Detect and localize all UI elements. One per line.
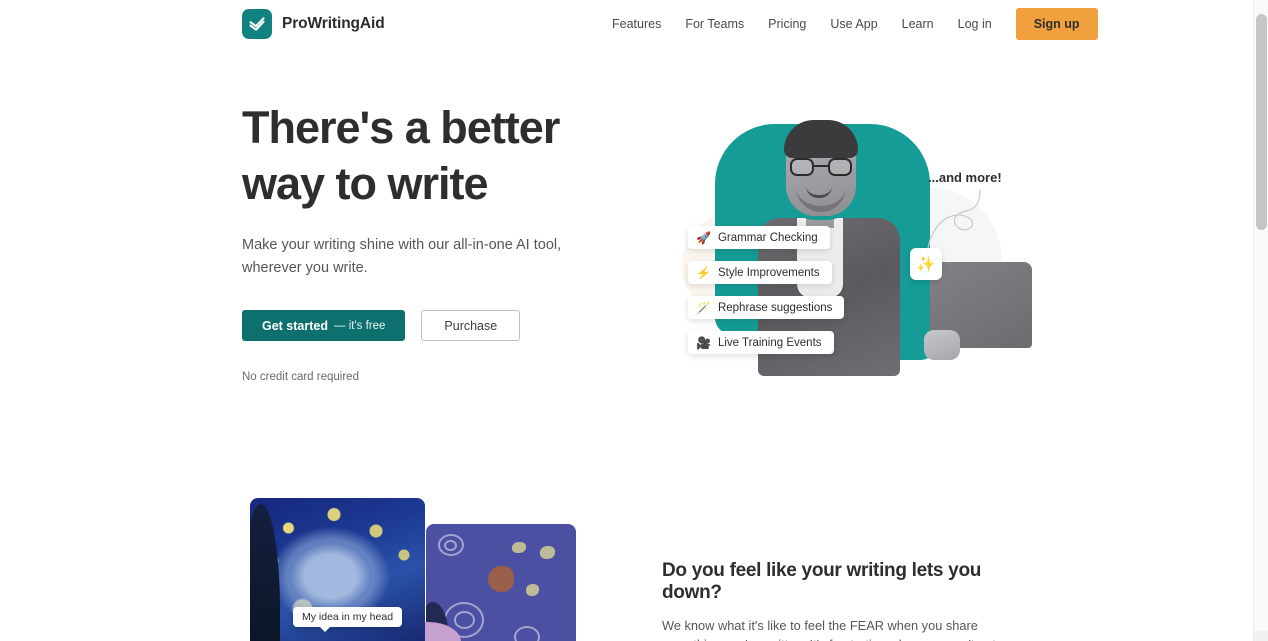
- main-nav: Features For Teams Pricing Use App Learn…: [600, 0, 1098, 48]
- scrollbar-thumb[interactable]: [1256, 14, 1267, 230]
- swirl-decoration: [514, 626, 540, 641]
- glasses-lens-left: [790, 158, 814, 176]
- brand-logo[interactable]: ProWritingAid: [242, 9, 385, 39]
- lower-section-title: Do you feel like your writing lets you d…: [662, 560, 982, 603]
- get-started-label: Get started: [262, 318, 328, 333]
- nav-link-log-in[interactable]: Log in: [946, 0, 1004, 48]
- orange-moon-dot: [488, 566, 514, 592]
- page-title: There's a better way to write: [242, 100, 602, 212]
- lower-illustration: My idea in my head: [240, 490, 640, 641]
- lower-section-body: We know what it's like to feel the FEAR …: [662, 618, 996, 641]
- feature-tag-label: Rephrase suggestions: [717, 301, 833, 314]
- scrollbar-corner: [1254, 631, 1268, 641]
- nav-link-use-app[interactable]: Use App: [818, 0, 889, 48]
- person-hair: [784, 120, 858, 158]
- hero-copy: There's a better way to write Make your …: [242, 100, 602, 383]
- hero-subtitle: Make your writing shine with our all-in-…: [242, 237, 562, 276]
- feature-tag-live-training-events[interactable]: 🎥 Live Training Events: [688, 331, 834, 354]
- rocket-icon: 🚀: [696, 230, 711, 245]
- purchase-button[interactable]: Purchase: [421, 310, 521, 341]
- idea-tooltip: My idea in my head: [293, 607, 403, 632]
- feature-tag-rephrase-suggestions[interactable]: 🪄 Rephrase suggestions: [688, 296, 845, 319]
- swirl-decoration: [454, 611, 475, 629]
- feature-tag-label: Grammar Checking: [717, 231, 818, 244]
- curly-arrow-decoration: [927, 189, 981, 249]
- lower-copy: Do you feel like your writing lets you d…: [662, 560, 1010, 641]
- feature-tag-grammar-checking[interactable]: 🚀 Grammar Checking: [688, 226, 830, 249]
- hero-cta-group: Get started — it's free Purchase: [242, 310, 602, 341]
- sign-up-button[interactable]: Sign up: [1015, 8, 1098, 40]
- video-camera-icon: 🎥: [696, 335, 711, 350]
- no-credit-card-note: No credit card required: [242, 371, 359, 383]
- brand-name: ProWritingAid: [282, 15, 385, 32]
- hero-title-line-1: There's a better: [242, 102, 560, 153]
- page-scrollbar[interactable]: [1253, 0, 1268, 641]
- nav-link-pricing[interactable]: Pricing: [756, 0, 818, 48]
- cypress-tree: [250, 504, 280, 641]
- site-header: ProWritingAid Features For Teams Pricing…: [0, 0, 1253, 48]
- stacked-checkmarks-icon: [242, 9, 272, 39]
- magic-wand-icon: 🪄: [696, 300, 711, 315]
- nav-link-for-teams[interactable]: For Teams: [673, 0, 756, 48]
- feature-tag-label: Live Training Events: [717, 336, 822, 349]
- page-root: ProWritingAid Features For Teams Pricing…: [0, 0, 1268, 641]
- and-more-label: ...and more!: [928, 170, 1002, 185]
- star-dot: [540, 546, 555, 559]
- feature-tag-label: Style Improvements: [717, 266, 820, 279]
- glasses-bridge: [814, 165, 828, 167]
- get-started-button[interactable]: Get started — it's free: [242, 310, 406, 341]
- swirl-decoration: [444, 540, 457, 551]
- nav-link-learn[interactable]: Learn: [890, 0, 946, 48]
- flat-starry-night-card: [426, 524, 576, 641]
- hero-illustration: ✨ ...and more! 🚀 Grammar Checking ⚡ Styl…: [660, 100, 1032, 390]
- person-hand: [924, 330, 960, 360]
- glasses-lens-right: [828, 158, 852, 176]
- hero-title-line-2: way to write: [242, 158, 489, 209]
- star-dot: [526, 584, 539, 596]
- lightning-bolt-icon: ⚡: [696, 265, 711, 280]
- feature-tag-list: 🚀 Grammar Checking ⚡ Style Improvements …: [688, 226, 845, 354]
- get-started-suffix: — it's free: [334, 319, 386, 332]
- nav-link-features[interactable]: Features: [600, 0, 673, 48]
- star-dot: [512, 542, 526, 553]
- glasses-icon: [790, 158, 852, 176]
- feature-tag-style-improvements[interactable]: ⚡ Style Improvements: [688, 261, 832, 284]
